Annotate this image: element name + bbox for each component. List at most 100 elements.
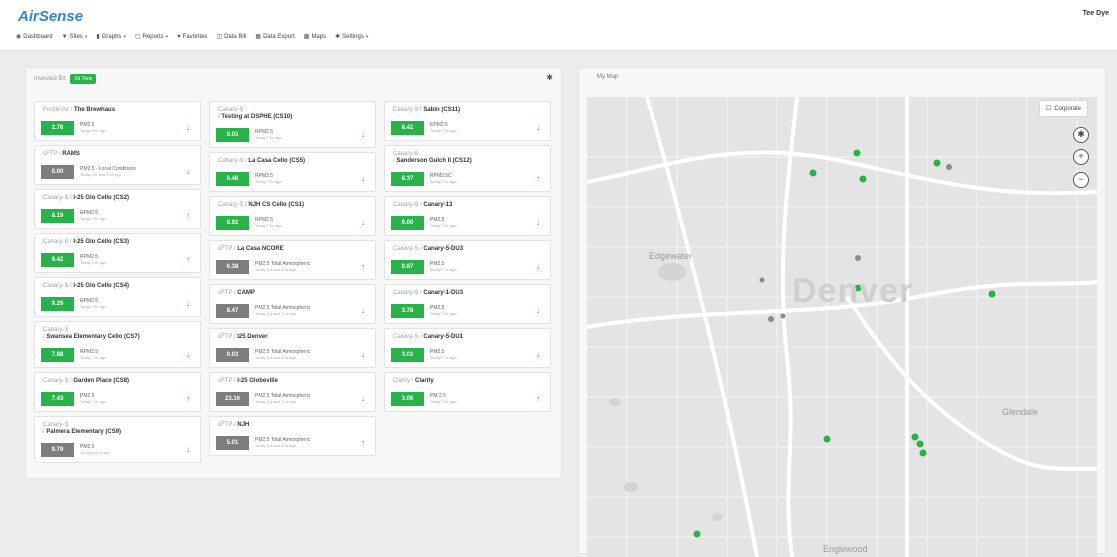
site-location: Palmera Elementary (CS9) bbox=[46, 429, 122, 435]
nav-sites[interactable]: ▼ Sites ▾ bbox=[62, 33, 88, 40]
nav-data-export[interactable]: ▦ Data Export bbox=[255, 33, 294, 41]
site-location: Canary-13 bbox=[423, 202, 453, 208]
site-card[interactable]: Canary-S / I-25 Glo Cello (CS4) 9.29 RPM2.… bbox=[34, 277, 201, 317]
site-card[interactable]: sFTP / I25 Denver 0.03 PM2.5 Total Atmosph… bbox=[209, 328, 376, 368]
map-view[interactable]: Denver Edgewater Glendale Englewood ☐ Co… bbox=[587, 97, 1097, 557]
graphs-icon: ▮ bbox=[96, 34, 100, 40]
favorites-icon: ♥ bbox=[177, 33, 181, 40]
arrow-down-icon: ↓ bbox=[361, 174, 365, 183]
compass-icon[interactable]: ✱ bbox=[1073, 127, 1089, 143]
site-card-body: 23.16 PM2.5 Total Atmospheric Today 2.6 an… bbox=[210, 388, 375, 411]
site-card-title: Canary-S / Palmera Elementary (CS9) bbox=[35, 417, 200, 439]
nav-settings[interactable]: ✱ Settings ▾ bbox=[335, 33, 369, 41]
site-card[interactable]: Canary-S / Sabin (CS11) 8.42 EPM2.5 Today 7… bbox=[384, 101, 551, 141]
dashboard-icon: ◉ bbox=[16, 34, 22, 40]
site-card[interactable]: Canary-S / Palmera Elementary (CS9) 9.79 P… bbox=[34, 416, 201, 463]
site-card[interactable]: Canary-S / La Casa Cello (CS5) 8.48 RPM2.5… bbox=[209, 152, 376, 192]
reading-meta: RPM2.5 Today 7 hr ago bbox=[80, 349, 182, 361]
site-card[interactable]: Canary-S / Testing at DSPHE (CS10) 8.03 RP… bbox=[209, 101, 376, 148]
reading-meta: PM2.5 10 days 8 hr ago bbox=[80, 444, 182, 456]
site-card[interactable]: sFTP / CAMP 8.47 PM2.5 Total Atmospheric To… bbox=[209, 284, 376, 324]
nav-data-bill[interactable]: ◫ Data Bill bbox=[216, 33, 246, 41]
reading-meta: RPM2.5C Today 7 hr ago bbox=[430, 173, 532, 185]
site-card[interactable]: Canary-S / Canary-5-DU1 3.02 PM2.5 Today 7 … bbox=[384, 328, 551, 368]
site-card[interactable]: sFTP / I-25 Globeville 23.16 PM2.5 Total A… bbox=[209, 372, 376, 412]
time-toggle[interactable]: Sit Time bbox=[70, 74, 97, 84]
reading-meta: PM2.5 Today 7 hr ago bbox=[80, 393, 182, 405]
reading-time: Today 2.6 and 3 hr ago bbox=[255, 398, 296, 404]
site-location: Sanderson Gulch II (CS12) bbox=[396, 158, 472, 164]
panel-header-label: Invested Bit bbox=[34, 76, 66, 82]
reading-value: 9.42 bbox=[41, 252, 74, 267]
top-bar: AirSense Tee Dye ◉ Dashboard ▼ Sites ▾ ▮ Graph… bbox=[0, 0, 1117, 51]
reading-time: Today 7 hr ago bbox=[255, 134, 282, 140]
arrow-down-icon: ↓ bbox=[186, 445, 190, 454]
site-card-body: 3.78 PM2.5 Today 7 hr ago ↓ bbox=[385, 300, 550, 323]
reading-time: Today 9 hr ago bbox=[80, 127, 107, 133]
site-card[interactable]: Canary-S / Sanderson Gulch II (CS12) 8.37… bbox=[384, 145, 551, 192]
site-card-title: Canary-S / Sabin (CS11) bbox=[385, 102, 550, 117]
map-label-englewood: Englewood bbox=[823, 544, 868, 554]
site-card[interactable]: sFTP / La Casa NCORE 6.38 PM2.5 Total Atmo… bbox=[209, 240, 376, 280]
arrow-down-icon: ↓ bbox=[361, 130, 365, 139]
map-label-city: Denver bbox=[792, 272, 914, 310]
reading-meta: RPM2.5 Today 7 hr ago bbox=[80, 254, 182, 266]
site-card-title: sFTP / La Casa NCORE bbox=[210, 241, 375, 256]
site-card[interactable]: Canary-S / Canary-1-DU3 3.78 PM2.5 Today 7 … bbox=[384, 284, 551, 324]
app-logo[interactable]: AirSense bbox=[18, 8, 83, 25]
site-card[interactable]: Clarity / Clarity 3.06 PM 2.5 Today 7 hr ag… bbox=[384, 372, 551, 412]
nav-dashboard[interactable]: ◉ Dashboard bbox=[16, 33, 53, 41]
arrow-up-icon: ↑ bbox=[536, 174, 540, 183]
reading-time: Today 2.6 and 3 hr ago bbox=[255, 354, 296, 360]
nav-reports[interactable]: ▢ Reports ▾ bbox=[135, 33, 168, 41]
site-card[interactable]: Canary-S / Canary-13 0.00 PM2.5 Today 7 hr … bbox=[384, 196, 551, 236]
reading-meta: PM 2.5 Today 7 hr ago bbox=[430, 393, 532, 405]
site-card[interactable]: Purple Air / The Brewhaus 2.76 PM2.5 Today … bbox=[34, 101, 201, 141]
map-label-edgewater: Edgewater bbox=[649, 251, 693, 261]
gear-icon[interactable]: ✱ bbox=[546, 73, 553, 82]
cards-column-3: Canary-S / Sabin (CS11) 8.42 EPM2.5 Today 7… bbox=[384, 101, 551, 416]
site-card-title: Canary-S / Sanderson Gulch II (CS12) bbox=[385, 146, 550, 168]
site-card[interactable]: Canary-S / I-25 Glo Cello (CS3) 9.42 RPM2.… bbox=[34, 233, 201, 273]
reading-value: 23.16 bbox=[216, 391, 249, 406]
site-card-title: Canary-S / Testing at DSPHE (CS10) bbox=[210, 102, 375, 124]
site-card[interactable]: Canary-S / Garden Place (CS8) 7.43 PM2.5 To… bbox=[34, 372, 201, 412]
site-card[interactable]: Canary-S / Swansea Elementary Cello (CS7… bbox=[34, 321, 201, 368]
main-nav: ◉ Dashboard ▼ Sites ▾ ▮ Graphs ▾ ▢ Reports ▾ ♥ Favor… bbox=[16, 33, 369, 41]
site-card[interactable]: sFTP / NJH 5.01 PM2.5 Total Atmospheric Tod… bbox=[209, 416, 376, 456]
site-card[interactable]: Canary-S / I-25 Glo Cello (CS2) 8.19 RPM2.… bbox=[34, 189, 201, 229]
arrow-down-icon: ↓ bbox=[536, 350, 540, 359]
site-location: Sabin (CS11) bbox=[423, 107, 461, 113]
reading-time: Today 7 hr ago bbox=[80, 354, 107, 360]
site-card[interactable]: Canary-S / Canary-5-DU3 0.87 PM2.5 Today 7 … bbox=[384, 240, 551, 280]
site-card-title: Canary-S / La Casa Cello (CS5) bbox=[210, 153, 375, 168]
site-card-title: sFTP / RAMS bbox=[35, 146, 200, 161]
site-card[interactable]: Canary-S / NJH CS Cello (CS1) 8.92 RPM2.5 T… bbox=[209, 196, 376, 236]
site-card-body: 8.37 RPM2.5C Today 7 hr ago ↑ bbox=[385, 168, 550, 191]
nav-graphs[interactable]: ▮ Graphs ▾ bbox=[96, 33, 126, 41]
reading-value: 8.03 bbox=[216, 127, 249, 142]
reading-time: Today 7 hr ago bbox=[80, 215, 107, 221]
site-card-title: Canary-S / Canary-5-DU3 bbox=[385, 241, 550, 256]
site-location: La Casa NCORE bbox=[237, 246, 284, 252]
site-location: I-25 Globeville bbox=[237, 378, 278, 384]
map-layer-button[interactable]: ☐ Corporate bbox=[1039, 101, 1087, 116]
site-location: Canary-1-DU3 bbox=[423, 290, 464, 296]
map-title: My Map bbox=[597, 74, 619, 80]
site-card[interactable]: sFTP / RAMS 0.00 PM2.5 - Local Conditions T… bbox=[34, 145, 201, 185]
reading-time: Today 7 hr ago bbox=[255, 222, 282, 228]
site-network: Purple Air bbox=[43, 107, 70, 113]
chevron-down-icon: ▾ bbox=[365, 33, 369, 40]
site-network: Canary-S bbox=[218, 202, 244, 208]
arrow-down-icon: ↓ bbox=[186, 123, 190, 132]
zoom-in-button[interactable]: + bbox=[1073, 149, 1089, 165]
site-location: The Brewhaus bbox=[74, 107, 116, 113]
site-card-body: 2.76 PM2.5 Today 9 hr ago ↓ bbox=[35, 117, 200, 140]
site-card-body: 7.88 RPM2.5 Today 7 hr ago ↓ bbox=[35, 344, 200, 367]
nav-maps[interactable]: ▩ Maps bbox=[304, 33, 326, 41]
reading-value: 0.87 bbox=[391, 259, 424, 274]
zoom-out-button[interactable]: − bbox=[1073, 172, 1089, 188]
nav-label: Reports bbox=[142, 33, 164, 40]
nav-favorites[interactable]: ♥ Favorites bbox=[177, 33, 207, 40]
user-name[interactable]: Tee Dye bbox=[1083, 10, 1109, 17]
